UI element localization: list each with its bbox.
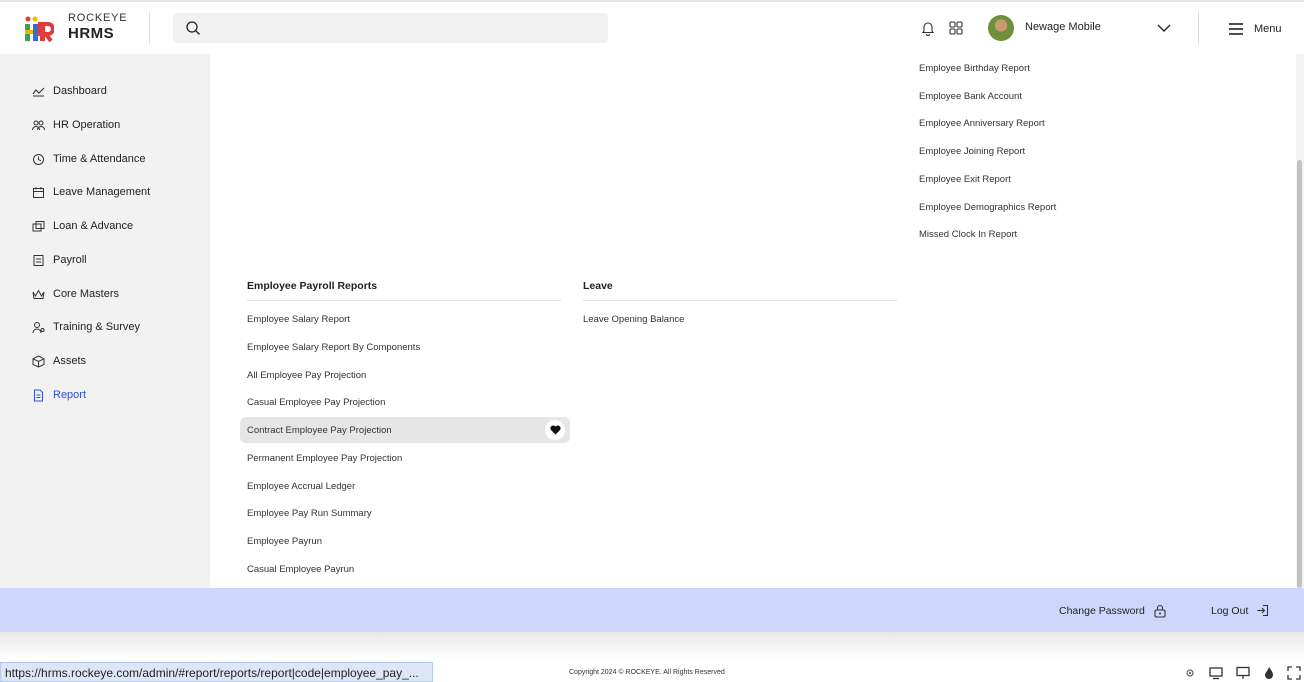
heart-icon: [549, 425, 561, 435]
search-input[interactable]: [211, 13, 601, 43]
sidebar-item-report[interactable]: Report: [32, 386, 86, 404]
header-divider-right: [1198, 12, 1199, 44]
money-icon: [32, 220, 45, 231]
change-password-label: Change Password: [1059, 605, 1145, 617]
sidebar-item-label: Report: [53, 389, 87, 401]
report-link[interactable]: Employee Birthday Report: [919, 63, 1030, 74]
section-divider: [247, 300, 561, 301]
sidebar-item-dashboard[interactable]: Dashboard: [32, 82, 107, 100]
sidebar-item-time-attendance[interactable]: Time & Attendance: [32, 150, 146, 168]
user-avatar[interactable]: [988, 15, 1014, 41]
sidebar-item-leave-management[interactable]: Leave Management: [32, 183, 150, 201]
status-url: https://hrms.rockeye.com/admin/#report/r…: [0, 662, 433, 682]
report-link[interactable]: Employee Pay Run Summary: [247, 508, 372, 519]
tray-expand-icon[interactable]: [1287, 666, 1301, 680]
box-icon: [32, 354, 45, 368]
crown-icon: [32, 288, 45, 299]
user-name[interactable]: Newage Mobile: [1025, 21, 1101, 33]
menu-label: Menu: [1254, 23, 1282, 35]
menu-button[interactable]: Menu: [1228, 20, 1282, 38]
app-header: ROCKEYE HRMS Newage Mobile Menu: [0, 2, 1304, 54]
payroll-section-title: Employee Payroll Reports: [247, 280, 378, 292]
dashboard-icon: [32, 87, 45, 96]
sidebar-item-core-masters[interactable]: Core Masters: [32, 285, 119, 303]
sidebar-item-label: Dashboard: [53, 85, 107, 97]
logout-label: Log Out: [1211, 604, 1249, 617]
brand-name: ROCKEYE HRMS: [68, 12, 128, 42]
section-divider: [583, 300, 897, 301]
report-link[interactable]: Missed Clock In Report: [919, 229, 1017, 240]
report-icon: [34, 389, 43, 401]
logout-icon: [1257, 604, 1269, 617]
favorite-button[interactable]: [545, 420, 565, 440]
search-icon: [186, 21, 200, 35]
report-link[interactable]: Employee Accrual Ledger: [247, 481, 355, 492]
change-password-button[interactable]: Change Password: [1059, 604, 1167, 618]
report-link[interactable]: Employee Salary Report By Components: [247, 342, 420, 353]
brand-line1: ROCKEYE: [68, 12, 128, 24]
training-icon: [32, 321, 45, 333]
report-link[interactable]: Casual Employee Payrun: [247, 564, 354, 575]
rockeye-logo: [25, 16, 54, 43]
sidebar-item-label: HR Operation: [53, 119, 121, 131]
people-icon: [32, 120, 45, 130]
tray-flame-icon[interactable]: [1262, 666, 1276, 680]
sidebar: Dashboard HR Operation Time & Attendance…: [0, 54, 210, 588]
report-link[interactable]: Employee Exit Report: [919, 174, 1011, 185]
report-link[interactable]: Employee Anniversary Report: [919, 118, 1045, 129]
leave-section-title: Leave: [583, 280, 613, 292]
report-link[interactable]: Casual Employee Pay Projection: [247, 397, 385, 408]
sidebar-item-training-survey[interactable]: Training & Survey: [32, 318, 140, 336]
report-link[interactable]: Employee Salary Report: [247, 314, 350, 325]
payroll-icon: [33, 254, 44, 266]
chevron-down-icon[interactable]: [1156, 22, 1172, 34]
sidebar-item-label: Assets: [53, 355, 87, 367]
tray-settings-icon[interactable]: [1183, 666, 1197, 680]
sidebar-item-loan-advance[interactable]: Loan & Advance: [32, 217, 133, 235]
sidebar-item-label: Time & Attendance: [53, 153, 146, 165]
sidebar-item-label: Payroll: [53, 254, 87, 266]
report-link[interactable]: All Employee Pay Projection: [247, 370, 366, 381]
report-link[interactable]: Employee Payrun: [247, 536, 322, 547]
apps-grid-icon[interactable]: [948, 20, 964, 36]
hamburger-icon: [1229, 23, 1243, 35]
footer-shadow: [0, 632, 1304, 660]
bell-icon[interactable]: [920, 20, 936, 36]
copyright-text: Copyright 2024 © ROCKEYE. All Rights Res…: [569, 669, 725, 676]
report-link[interactable]: Leave Opening Balance: [583, 314, 684, 325]
report-link[interactable]: Contract Employee Pay Projection: [247, 425, 392, 436]
sidebar-item-hr-operation[interactable]: HR Operation: [32, 116, 120, 134]
report-link[interactable]: Permanent Employee Pay Projection: [247, 453, 402, 464]
brand-line2: HRMS: [68, 25, 115, 42]
sidebar-item-label: Loan & Advance: [53, 220, 134, 232]
tray-network-icon[interactable]: [1236, 666, 1250, 680]
tray-monitor-icon[interactable]: [1209, 666, 1223, 680]
report-link[interactable]: Employee Bank Account: [919, 91, 1022, 102]
sidebar-item-label: Training & Survey: [53, 321, 141, 333]
report-link[interactable]: Employee Joining Report: [919, 146, 1025, 157]
logout-button[interactable]: Log Out: [1211, 604, 1269, 617]
calendar-icon: [33, 186, 44, 198]
search-box[interactable]: [173, 13, 608, 43]
report-link[interactable]: Employee Demographics Report: [919, 202, 1056, 213]
header-divider: [149, 12, 150, 44]
sidebar-item-assets[interactable]: Assets: [32, 352, 86, 370]
sidebar-item-label: Core Masters: [53, 288, 120, 300]
report-panel: Employee Birthday Report Employee Bank A…: [210, 54, 1296, 588]
sidebar-item-label: Leave Management: [53, 186, 151, 198]
lock-icon: [1154, 604, 1166, 618]
sidebar-item-payroll[interactable]: Payroll: [32, 251, 87, 269]
scrollbar-thumb[interactable]: [1297, 160, 1302, 588]
clock-icon: [33, 153, 44, 165]
